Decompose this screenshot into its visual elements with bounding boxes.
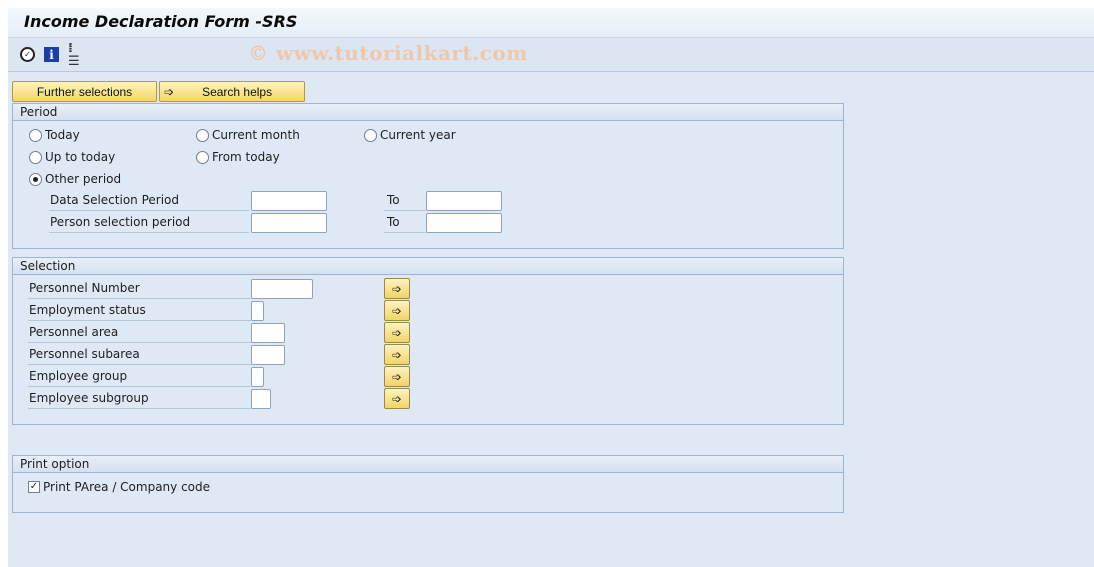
radio-label: Up to today: [45, 150, 116, 164]
employment-status-label: Employment status: [28, 301, 251, 321]
watermark: © www.tutorialkart.com: [248, 41, 528, 65]
multiple-selection-button[interactable]: ➩: [384, 344, 410, 365]
multiple-selection-button[interactable]: ➩: [384, 278, 410, 299]
print-parea-company-code-checkbox[interactable]: ✓ Print PArea / Company code: [28, 480, 210, 494]
employee-group-label: Employee group: [28, 367, 251, 387]
personnel-number-label: Personnel Number: [28, 279, 251, 299]
radio-label: Today: [45, 128, 80, 142]
person-selection-period-to-input[interactable]: [426, 213, 502, 233]
arrow-right-icon: ➩: [164, 84, 175, 99]
radio-button-icon: [29, 150, 42, 164]
arrow-right-icon: ➩: [391, 303, 403, 318]
checkbox-label: Print PArea / Company code: [43, 480, 211, 494]
print-option-group: Print option ✓ Print PArea / Company cod…: [12, 455, 844, 513]
arrow-right-icon: ➩: [391, 369, 403, 384]
multiple-selection-button[interactable]: ➩: [384, 388, 410, 409]
print-option-heading: Print option: [13, 456, 843, 473]
data-selection-period-label: Data Selection Period: [49, 191, 249, 211]
radio-button-icon: [364, 128, 377, 142]
selection-group: Selection Personnel Number ➩ Employment …: [12, 257, 844, 425]
person-selection-period-from-input[interactable]: [251, 213, 327, 233]
radio-from-today[interactable]: From today: [196, 150, 280, 164]
search-helps-label: Search helps: [202, 84, 273, 99]
selection-options-icon[interactable]: ⁞☰: [68, 42, 84, 68]
radio-current-month[interactable]: Current month: [196, 128, 300, 142]
period-heading: Period: [13, 104, 843, 121]
page-title: Income Declaration Form -SRS: [24, 12, 298, 31]
personnel-number-input[interactable]: [251, 279, 313, 299]
search-helps-button[interactable]: ➩ Search helps: [159, 81, 305, 102]
radio-button-icon: [196, 128, 209, 142]
information-icon[interactable]: i: [44, 47, 59, 62]
radio-up-to-today[interactable]: Up to today: [29, 150, 115, 164]
person-selection-period-to-label: To: [384, 213, 426, 233]
title-bar: Income Declaration Form -SRS: [8, 8, 1094, 38]
personnel-area-label: Personnel area: [28, 323, 251, 343]
radio-label: Current month: [212, 128, 300, 142]
sap-screen: Income Declaration Form -SRS ✓ i ⁞☰ © ww…: [8, 8, 1094, 567]
checkmark-icon: ✓: [28, 481, 40, 493]
radio-button-icon: [196, 150, 209, 164]
radio-button-icon: [29, 128, 42, 142]
radio-label: From today: [212, 150, 280, 164]
arrow-right-icon: ➩: [391, 347, 403, 362]
radio-other-period[interactable]: Other period: [29, 172, 121, 186]
radio-label: Other period: [45, 172, 122, 186]
further-selections-button[interactable]: Further selections: [12, 81, 157, 102]
execute-icon[interactable]: ✓: [20, 47, 35, 62]
multiple-selection-button[interactable]: ➩: [384, 366, 410, 387]
period-group: Period Today Current month Current year …: [12, 103, 844, 249]
radio-button-selected-icon: [29, 172, 42, 186]
arrow-right-icon: ➩: [391, 391, 403, 406]
data-selection-period-from-input[interactable]: [251, 191, 327, 211]
application-toolbar: ✓ i ⁞☰ © www.tutorialkart.com: [8, 39, 1094, 72]
employment-status-input[interactable]: [251, 301, 264, 321]
arrow-right-icon: ➩: [391, 281, 403, 296]
personnel-subarea-label: Personnel subarea: [28, 345, 251, 365]
person-selection-period-label: Person selection period: [49, 213, 249, 233]
personnel-subarea-input[interactable]: [251, 345, 285, 365]
employee-group-input[interactable]: [251, 367, 264, 387]
radio-current-year[interactable]: Current year: [364, 128, 456, 142]
employee-subgroup-label: Employee subgroup: [28, 389, 251, 409]
employee-subgroup-input[interactable]: [251, 389, 271, 409]
personnel-area-input[interactable]: [251, 323, 285, 343]
arrow-right-icon: ➩: [391, 325, 403, 340]
data-selection-period-to-label: To: [384, 191, 426, 211]
radio-label: Current year: [380, 128, 456, 142]
multiple-selection-button[interactable]: ➩: [384, 322, 410, 343]
radio-today[interactable]: Today: [29, 128, 80, 142]
multiple-selection-button[interactable]: ➩: [384, 300, 410, 321]
data-selection-period-to-input[interactable]: [426, 191, 502, 211]
selection-heading: Selection: [13, 258, 843, 275]
